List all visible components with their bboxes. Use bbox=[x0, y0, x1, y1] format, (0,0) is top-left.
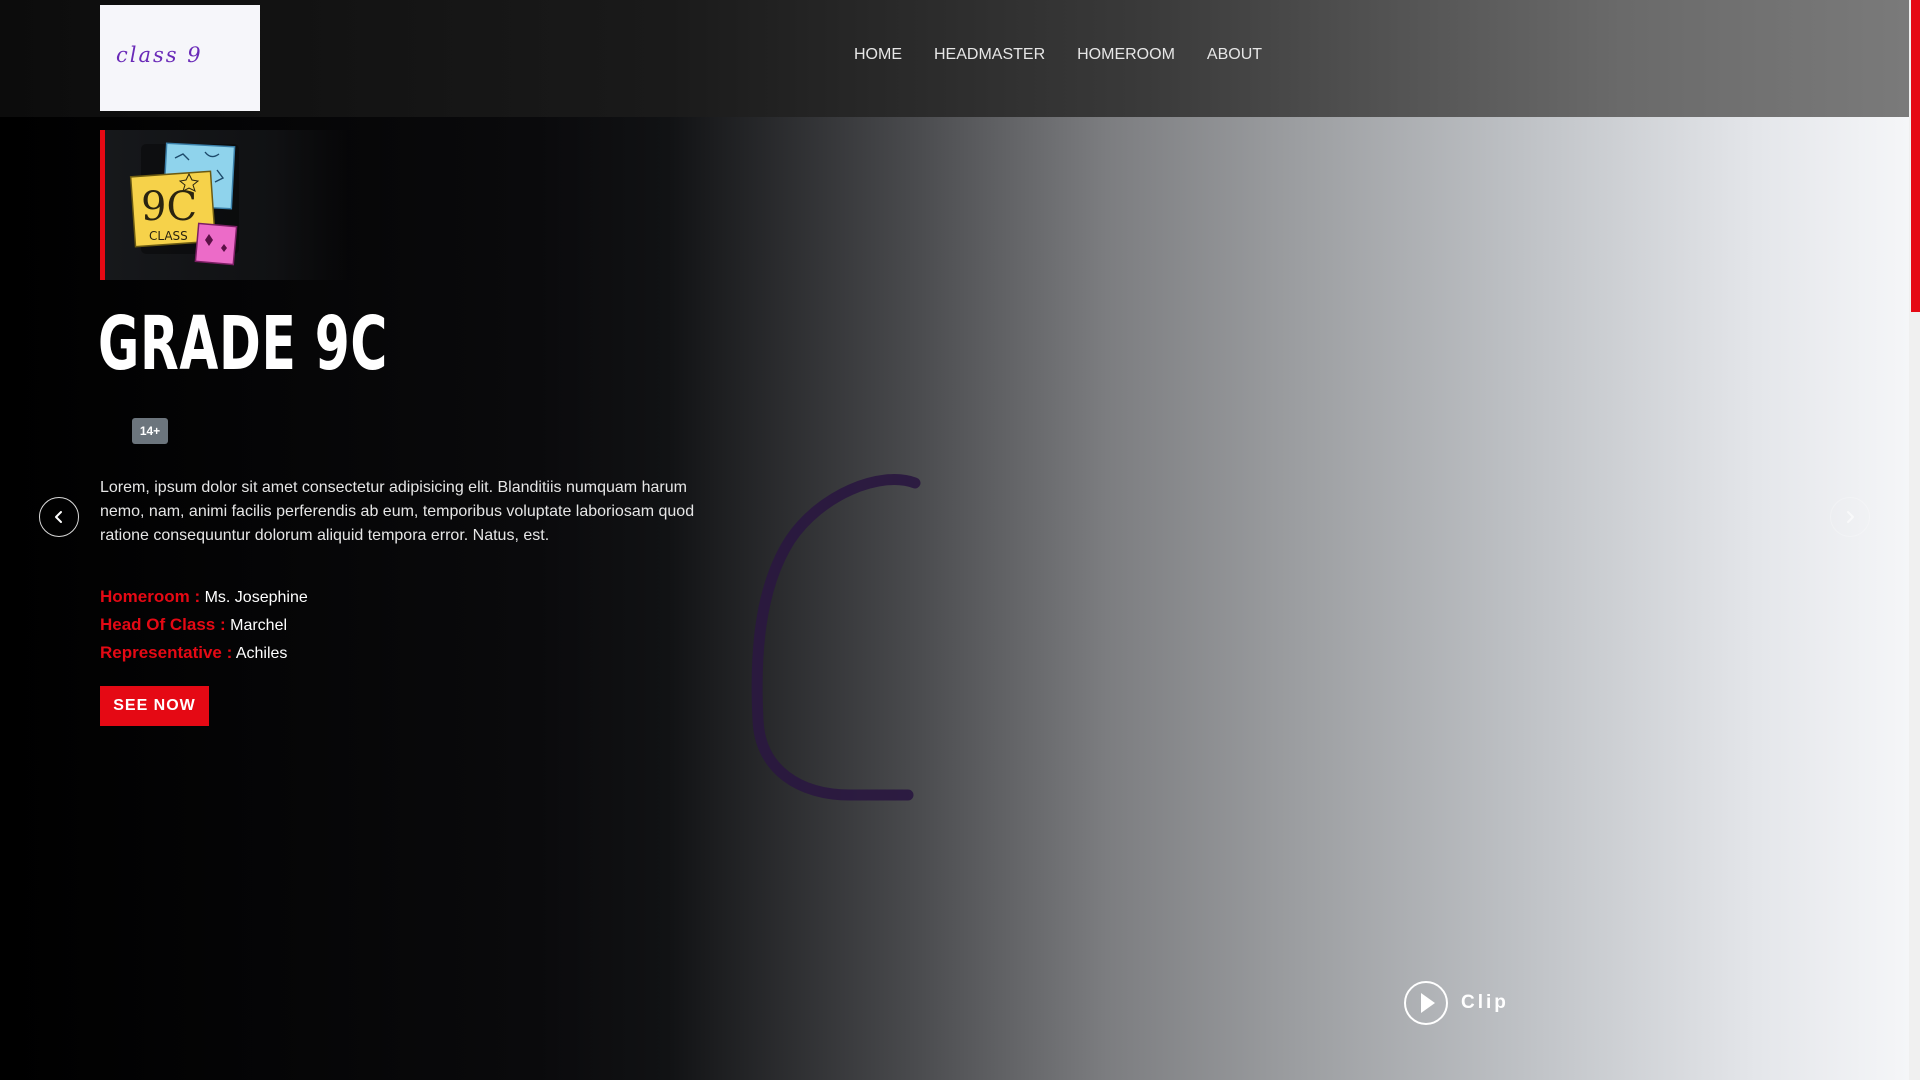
info-value: Achiles bbox=[235, 645, 288, 662]
nav-headmaster[interactable]: HEADMASTER bbox=[934, 46, 1045, 64]
info-label: Representative : bbox=[100, 643, 233, 662]
play-clip-button[interactable]: Clip bbox=[1403, 980, 1509, 1026]
info-row-representative: Representative : Achiles bbox=[100, 639, 308, 667]
see-now-button[interactable]: SEE NOW bbox=[100, 686, 209, 726]
nav-home[interactable]: HOME bbox=[854, 46, 902, 64]
logo-text: class 9 bbox=[116, 43, 203, 67]
info-label: Head Of Class : bbox=[100, 615, 226, 634]
class-description: Lorem, ipsum dolor sit amet consectetur … bbox=[100, 479, 695, 544]
info-value: Marchel bbox=[230, 617, 288, 634]
info-row-head-of-class: Head Of Class : Marchel bbox=[100, 611, 308, 639]
chevron-left-icon bbox=[55, 511, 62, 523]
age-rating-badge: 14+ bbox=[132, 418, 168, 444]
play-icon bbox=[1404, 981, 1448, 1025]
info-value: Ms. Josephine bbox=[204, 589, 308, 606]
chevron-right-icon bbox=[1847, 511, 1854, 523]
main-nav: HOME HEADMASTER HOMEROOM ABOUT bbox=[854, 46, 1262, 64]
sticky-notes-illustration: 9C CLASS bbox=[129, 142, 239, 266]
site-logo[interactable]: class 9 bbox=[100, 5, 260, 111]
top-navbar: class 9 HOME HEADMASTER HOMEROOM ABOUT bbox=[0, 0, 1909, 117]
page-scrollbar[interactable] bbox=[1909, 0, 1920, 1080]
clip-label: Clip bbox=[1461, 992, 1509, 1013]
nav-about[interactable]: ABOUT bbox=[1207, 46, 1262, 64]
scrollbar-thumb[interactable] bbox=[1911, 0, 1920, 312]
page-title: GRADE 9C bbox=[98, 301, 389, 387]
nav-homeroom[interactable]: HOMEROOM bbox=[1077, 46, 1175, 64]
class-info: Homeroom : Ms. Josephine Head Of Class :… bbox=[100, 583, 308, 667]
emblem-big-text: 9C bbox=[141, 184, 197, 230]
carousel-next-button[interactable] bbox=[1830, 497, 1870, 537]
info-row-homeroom: Homeroom : Ms. Josephine bbox=[100, 583, 308, 611]
carousel-prev-button[interactable] bbox=[39, 497, 79, 537]
class-emblem: 9C CLASS bbox=[100, 130, 348, 280]
info-label: Homeroom : bbox=[100, 587, 201, 606]
emblem-sub-text: CLASS bbox=[149, 229, 188, 243]
